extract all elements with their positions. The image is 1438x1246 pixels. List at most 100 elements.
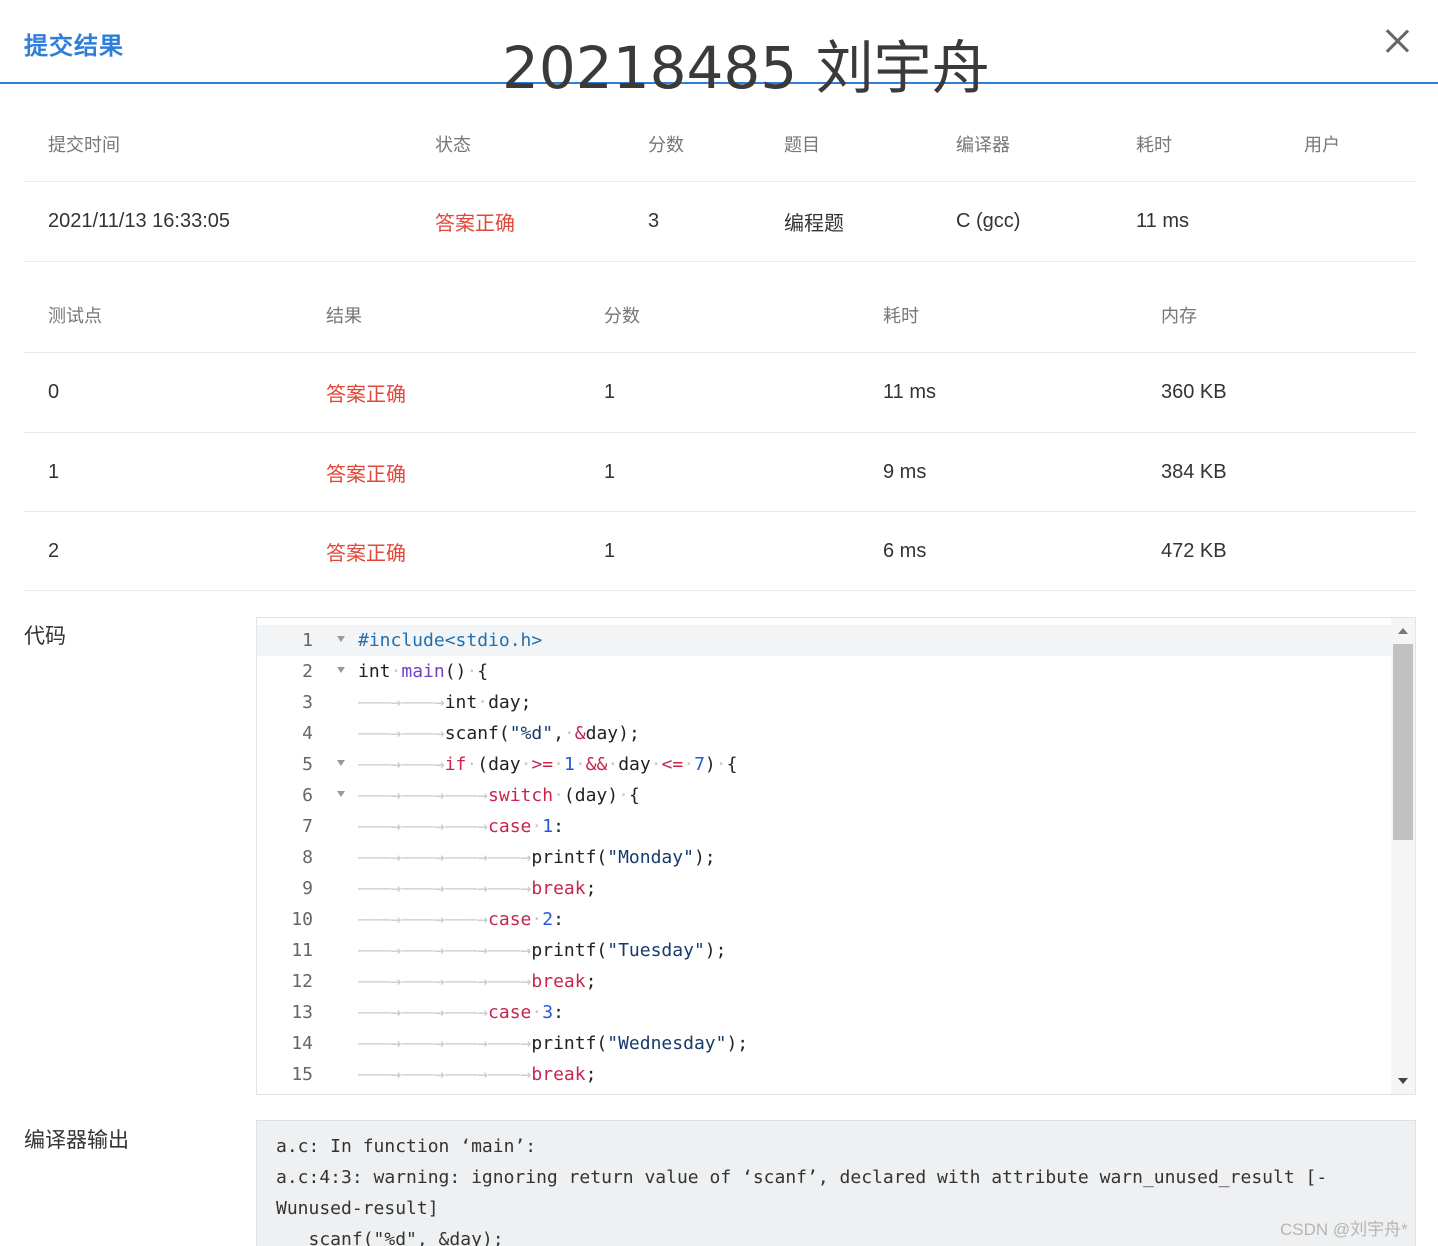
code-token: switch	[488, 785, 554, 806]
code-token: ·	[618, 785, 629, 806]
scroll-thumb[interactable]	[1393, 644, 1413, 840]
line-number: 14	[291, 1033, 313, 1054]
fold-arrow-icon[interactable]	[337, 636, 345, 642]
code-token: ·	[466, 754, 478, 775]
code-line: 6 ———→———→———→switch·(day)·{	[257, 780, 1391, 811]
code-token: :	[553, 909, 564, 930]
close-icon[interactable]	[1382, 26, 1412, 56]
code-token: ·	[683, 754, 695, 775]
code-token: break	[531, 878, 586, 899]
code-line: 3 ———→———→int·day;	[257, 687, 1391, 718]
col-result: 结果	[326, 306, 362, 326]
code-token: ·	[531, 1002, 543, 1023]
test-time: 6 ms	[883, 539, 927, 562]
code-token: {	[477, 661, 489, 682]
code-line: 2 int·main()·{	[257, 656, 1391, 687]
col-elapsed: 耗时	[1136, 134, 1172, 155]
test-id: 1	[48, 460, 60, 483]
line-number: 15	[291, 1064, 313, 1085]
code-token: ·	[390, 661, 402, 682]
code-token: )	[704, 754, 716, 775]
test-time: 11 ms	[883, 381, 936, 403]
code-token: break	[531, 971, 586, 992]
code-token: "Tuesday"	[607, 940, 705, 961]
output-line: a.c:4:3: warning: ignoring return value …	[276, 1167, 1328, 1188]
col-test-id: 测试点	[48, 306, 102, 326]
code-token: ;	[585, 971, 597, 992]
code-line: 1 #include<stdio.h>	[257, 625, 1391, 656]
code-token: ·	[715, 754, 727, 775]
table-row: 0 答案正确 1 11 ms 360 KB	[24, 353, 1416, 433]
code-line: 12 ———→———→———→———→break;	[257, 966, 1391, 997]
code-token: ———→———→———→	[358, 816, 489, 837]
code-token: ———→———→———→———→	[358, 940, 532, 961]
code-token: day);	[585, 723, 640, 744]
code-token: ·	[520, 754, 532, 775]
scroll-up-icon[interactable]	[1398, 628, 1408, 634]
code-line: 9 ———→———→———→———→break;	[257, 873, 1391, 904]
code-text: ———→———→———→———→printf("Wednesday");	[358, 1028, 748, 1059]
col-score: 分数	[648, 134, 684, 155]
col-problem: 题目	[784, 134, 820, 155]
line-number: 6	[302, 785, 313, 806]
code-token: <=	[661, 754, 684, 775]
code-token: ·	[466, 661, 478, 682]
test-score: 1	[604, 460, 616, 483]
code-token: printf(	[531, 940, 608, 961]
line-number: 5	[302, 754, 313, 775]
code-text: ———→———→———→case·3:	[358, 997, 564, 1028]
col-submit-time: 提交时间	[48, 134, 120, 155]
code-token: ·	[650, 754, 662, 775]
line-number: 9	[302, 878, 313, 899]
line-number: 11	[291, 940, 313, 961]
code-token: int	[444, 692, 478, 713]
line-number: 3	[302, 692, 313, 713]
line-number: 12	[291, 971, 313, 992]
test-result: 答案正确	[326, 542, 406, 565]
code-token: printf(	[531, 847, 608, 868]
table-row: 1 答案正确 1 9 ms 384 KB	[24, 433, 1416, 512]
col-compiler: 编译器	[956, 134, 1010, 155]
code-token: (day)	[563, 785, 619, 806]
output-line: Wunused-result]	[276, 1198, 439, 1219]
fold-arrow-icon[interactable]	[337, 760, 345, 766]
code-token: 3	[542, 1002, 554, 1023]
code-token: ;	[585, 1064, 597, 1085]
compiler-value: C (gcc)	[956, 210, 1021, 232]
code-token: );	[726, 1033, 749, 1054]
code-token: ·	[477, 692, 489, 713]
scroll-down-icon[interactable]	[1398, 1078, 1408, 1084]
test-score: 1	[604, 381, 616, 403]
code-text: ———→———→———→———→break;	[358, 1059, 596, 1090]
code-line: 4 ———→———→scanf("%d",·&day);	[257, 718, 1391, 749]
code-token: ;	[585, 878, 597, 899]
scrollbar[interactable]	[1391, 618, 1415, 1094]
test-memory: 384 KB	[1161, 460, 1227, 483]
code-text: ———→———→———→case·1:	[358, 811, 564, 842]
code-token: "Monday"	[607, 847, 694, 868]
code-token: ,	[553, 723, 564, 744]
fold-arrow-icon[interactable]	[337, 791, 345, 797]
test-result: 答案正确	[326, 463, 406, 486]
code-token: ·	[531, 816, 543, 837]
code-editor[interactable]: 1 #include<stdio.h> 2 int·main()·{3 ———→———→…	[256, 617, 1416, 1095]
overlay-title: 20218485 刘宇舟	[502, 34, 990, 102]
problem-link[interactable]: 编程题	[784, 182, 844, 261]
test-memory: 360 KB	[1161, 381, 1227, 403]
line-number: 4	[302, 723, 313, 744]
code-token: (day	[477, 754, 521, 775]
test-time: 9 ms	[883, 460, 927, 483]
tests-header-row: 测试点 结果 分数 耗时 内存	[24, 278, 1416, 353]
line-number: 8	[302, 847, 313, 868]
code-text: #include<stdio.h>	[358, 625, 542, 656]
code-token: day;	[488, 692, 532, 713]
fold-arrow-icon[interactable]	[337, 667, 345, 673]
code-text: ———→———→———→———→printf("Monday");	[358, 842, 716, 873]
line-number: 1	[302, 630, 313, 651]
code-token: {	[726, 754, 738, 775]
code-token: #include<stdio.h>	[358, 630, 543, 651]
code-token: &	[574, 723, 586, 744]
code-token: ·	[531, 909, 543, 930]
code-token: ———→———→———→———→	[358, 1064, 532, 1085]
code-line: 5 ———→———→if·(day·>=·1·&&·day·<=·7)·{	[257, 749, 1391, 780]
